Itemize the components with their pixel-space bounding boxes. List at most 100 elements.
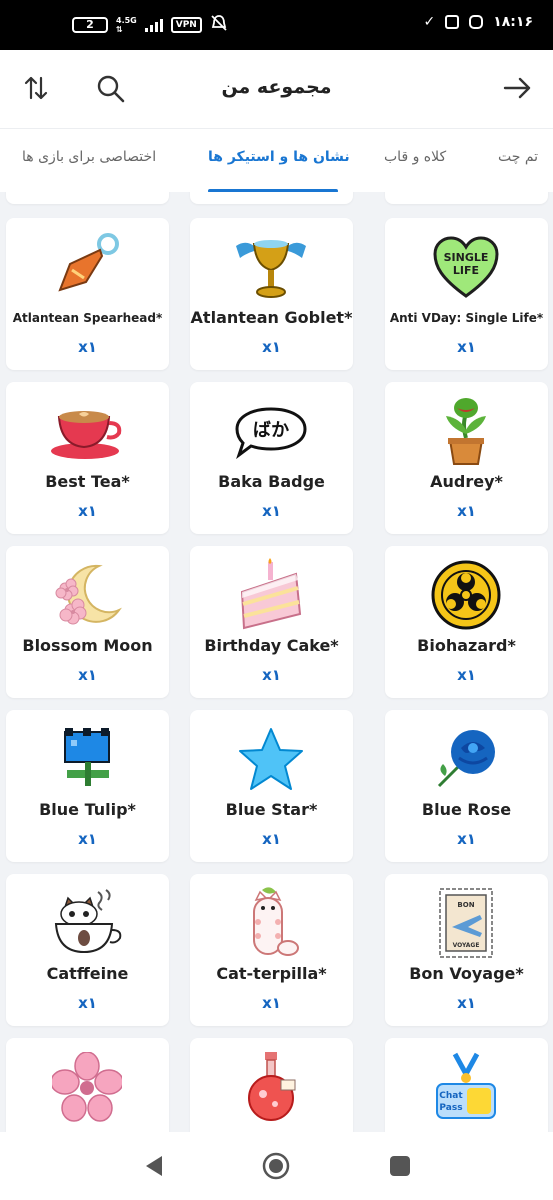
item-name: Best Tea* <box>45 472 130 491</box>
collection-card[interactable]: Atlantean Goblet* x۱ <box>190 218 353 370</box>
tab-hats-frames[interactable]: کلاه و قاب <box>384 149 446 165</box>
item-quantity: x۱ <box>457 830 476 848</box>
item-quantity: x۱ <box>457 338 476 356</box>
item-name: Blossom Moon <box>22 636 153 655</box>
single-life-heart-icon: SINGLE LIFE <box>426 230 506 304</box>
instagram-icon <box>469 15 484 29</box>
item-quantity: x۱ <box>457 994 476 1012</box>
data-arrows-icon: ⇅ <box>116 24 123 34</box>
goblet-icon <box>231 230 311 304</box>
item-quantity: x۱ <box>78 994 97 1012</box>
blossom-moon-icon <box>47 558 127 632</box>
vpn-badge: VPN <box>170 16 202 33</box>
tab-games[interactable]: اختصاصی برای بازی ها <box>22 149 156 165</box>
status-bar: 2 4.5G ⇅ VPN ✓ ۱۸:۱۶ <box>0 0 553 50</box>
collection-card[interactable]: BON VOYAGE Bon Voyage* x۱ <box>385 874 548 1026</box>
item-quantity: x۱ <box>262 666 281 684</box>
collection-card[interactable]: Audrey* x۱ <box>385 382 548 534</box>
message-icon <box>445 15 460 29</box>
item-name: Blue Star* <box>225 800 318 819</box>
nav-recents-icon[interactable] <box>386 1152 414 1180</box>
collection-grid: Atlantean Spearhead* x۱ Atlantean Goblet… <box>0 192 553 1132</box>
item-name: Blue Rose <box>421 800 512 819</box>
page-title: مجموعه من <box>221 76 332 98</box>
rose-icon <box>426 722 506 796</box>
item-quantity: x۱ <box>78 666 97 684</box>
cat-in-cup-icon <box>47 886 127 960</box>
tab-badges-stickers[interactable]: نشان ها و استیکر ها <box>208 149 350 165</box>
cake-slice-icon <box>231 558 311 632</box>
muted-bell-icon <box>210 14 228 35</box>
item-name: Biohazard* <box>417 636 516 655</box>
item-name: Anti VDay: Single Life* <box>389 311 544 325</box>
spearhead-icon <box>47 230 127 304</box>
collection-card[interactable]: Blue Star* x۱ <box>190 710 353 862</box>
collection-card[interactable]: Cat-terpilla* x۱ <box>190 874 353 1026</box>
item-quantity: x۱ <box>78 830 97 848</box>
nav-back-icon[interactable] <box>140 1152 168 1180</box>
check-icon: ✓ <box>423 14 436 30</box>
item-name: Cat-terpilla* <box>216 964 327 983</box>
collection-card[interactable]: Blue Rose x۱ <box>385 710 548 862</box>
star-icon <box>231 722 311 796</box>
status-left: 2 4.5G ⇅ VPN <box>72 14 228 35</box>
collection-card[interactable]: Chat Pass <box>385 1038 548 1132</box>
collection-card[interactable]: Best Tea* x۱ <box>6 382 169 534</box>
svg-text:SINGLE: SINGLE <box>444 251 489 264</box>
collection-card[interactable] <box>190 192 353 204</box>
item-quantity: x۱ <box>262 502 281 520</box>
collection-card[interactable] <box>385 192 548 204</box>
cat-caterpillar-icon <box>231 886 311 960</box>
pixel-tulip-icon <box>47 722 127 796</box>
signal-icon <box>144 18 163 32</box>
stamp-icon: BON VOYAGE <box>426 886 506 960</box>
item-name: Atlantean Spearhead* <box>12 311 163 325</box>
item-quantity: x۱ <box>78 338 97 356</box>
potion-bottle-icon <box>231 1050 311 1124</box>
collection-card[interactable]: Catffeine x۱ <box>6 874 169 1026</box>
tea-cup-icon <box>47 394 127 468</box>
item-quantity: x۱ <box>457 502 476 520</box>
item-name: Atlantean Goblet* <box>190 308 353 327</box>
collection-card[interactable] <box>6 192 169 204</box>
item-quantity: x۱ <box>262 830 281 848</box>
svg-text:LIFE: LIFE <box>453 264 479 277</box>
item-name: Blue Tulip* <box>39 800 136 819</box>
cherry-blossom-icon <box>47 1050 127 1124</box>
clock-time: ۱۸:۱۶ <box>493 14 533 30</box>
back-arrow-icon[interactable] <box>501 72 533 104</box>
item-quantity: x۱ <box>262 994 281 1012</box>
item-name: Bon Voyage* <box>409 964 524 983</box>
collection-card[interactable]: ばか Baka Badge x۱ <box>190 382 353 534</box>
nav-home-icon[interactable] <box>262 1152 290 1180</box>
item-name: Audrey* <box>430 472 503 491</box>
item-quantity: x۱ <box>262 338 281 356</box>
item-quantity: x۱ <box>78 502 97 520</box>
item-quantity: x۱ <box>457 666 476 684</box>
collection-card[interactable]: Atlantean Spearhead* x۱ <box>6 218 169 370</box>
collection-card[interactable]: Blossom Moon x۱ <box>6 546 169 698</box>
network-type: 4.5G <box>116 15 137 25</box>
item-name: Birthday Cake* <box>204 636 339 655</box>
collection-card[interactable] <box>6 1038 169 1132</box>
svg-text:Pass: Pass <box>439 1103 462 1113</box>
chat-pass-medal-icon: Chat Pass <box>426 1050 506 1124</box>
collection-card[interactable]: Birthday Cake* x۱ <box>190 546 353 698</box>
baka-speech-bubble-icon: ばか <box>231 394 311 468</box>
collection-card[interactable] <box>190 1038 353 1132</box>
collection-card[interactable]: Biohazard* x۱ <box>385 546 548 698</box>
tab-bar: اختصاصی برای بازی ها نشان ها و استیکر ها… <box>0 128 553 193</box>
svg-text:BON: BON <box>457 901 474 909</box>
plant-icon <box>426 394 506 468</box>
status-right: ✓ ۱۸:۱۶ <box>423 14 533 30</box>
svg-text:Chat: Chat <box>439 1091 463 1101</box>
battery-indicator: 2 <box>72 16 108 33</box>
system-navigation-bar <box>0 1132 553 1200</box>
collection-card[interactable]: SINGLE LIFE Anti VDay: Single Life* x۱ <box>385 218 548 370</box>
item-name: Baka Badge <box>218 472 325 491</box>
app-bar: مجموعه من <box>0 50 553 128</box>
svg-text:VOYAGE: VOYAGE <box>453 942 480 949</box>
tab-chat-theme[interactable]: تم چت <box>498 149 538 165</box>
collection-card[interactable]: Blue Tulip* x۱ <box>6 710 169 862</box>
item-name: Catffeine <box>46 964 129 983</box>
